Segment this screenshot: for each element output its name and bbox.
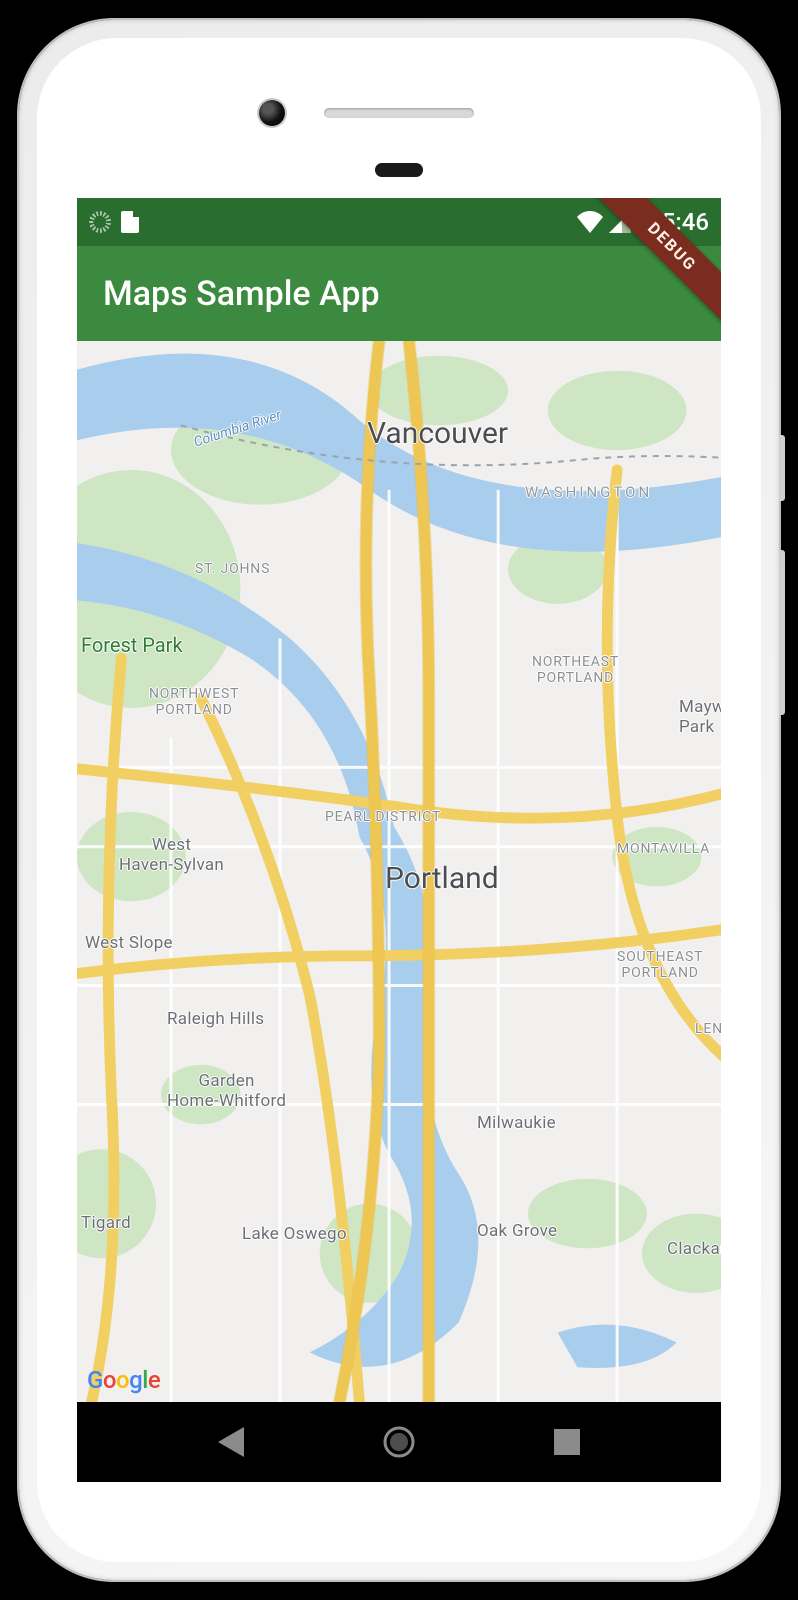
place-label-garden: Garden Home-Whitford (167, 1071, 286, 1111)
navigation-bar (77, 1402, 721, 1482)
place-label-raleigh: Raleigh Hills (167, 1009, 264, 1029)
app-title: Maps Sample App (103, 274, 380, 314)
place-label-whs: West Haven-Sylvan (119, 835, 224, 875)
park-label-forest: Forest Park (81, 633, 183, 657)
place-label-tigard: Tigard (81, 1213, 131, 1233)
place-label-westslope: West Slope (85, 933, 173, 953)
district-label-stjohns: ST. JOHNS (195, 561, 270, 577)
place-label-vancouver: Vancouver (367, 416, 508, 451)
wifi-icon (577, 211, 603, 233)
city-label-portland: Portland (385, 861, 499, 896)
sd-card-icon (121, 211, 139, 233)
district-label-montavilla: MONTAVILLA (617, 841, 710, 857)
nav-recents-button[interactable] (546, 1421, 588, 1463)
state-label: WASHINGTON (525, 483, 652, 501)
google-logo: Google (87, 1366, 160, 1394)
app-bar: Maps Sample App (77, 246, 721, 341)
nav-home-button[interactable] (378, 1421, 420, 1463)
proximity-sensor (375, 163, 423, 177)
side-button (779, 435, 785, 501)
phone-frame: 5:46 DEBUG Maps Sample App (19, 20, 779, 1580)
district-label-nw: NORTHWEST PORTLAND (149, 686, 239, 718)
place-label-clackamas: Clackama (667, 1239, 721, 1259)
district-label-se: SOUTHEAST PORTLAND (617, 949, 703, 981)
place-label-oakgrove: Oak Grove (477, 1221, 557, 1241)
google-map-view[interactable]: Vancouver Columbia River WASHINGTON ST. … (77, 341, 721, 1402)
phone-bezel: 5:46 DEBUG Maps Sample App (37, 38, 761, 1562)
district-label-ne: NORTHEAST PORTLAND (532, 654, 619, 686)
side-button (779, 550, 785, 715)
device-screen: 5:46 DEBUG Maps Sample App (77, 198, 721, 1482)
place-label-maywood: Maywo Park (679, 697, 721, 737)
district-label-lents: LENTS (695, 1021, 721, 1037)
place-label-milwaukie: Milwaukie (477, 1113, 556, 1133)
loading-spinner-icon (89, 211, 111, 233)
place-label-lakeoswego: Lake Oswego (242, 1224, 347, 1244)
district-label-pearl: PEARL DISTRICT (325, 809, 441, 825)
nav-back-button[interactable] (210, 1421, 252, 1463)
earpiece-speaker (324, 108, 474, 118)
status-bar: 5:46 DEBUG (77, 198, 721, 246)
front-camera (259, 100, 285, 126)
